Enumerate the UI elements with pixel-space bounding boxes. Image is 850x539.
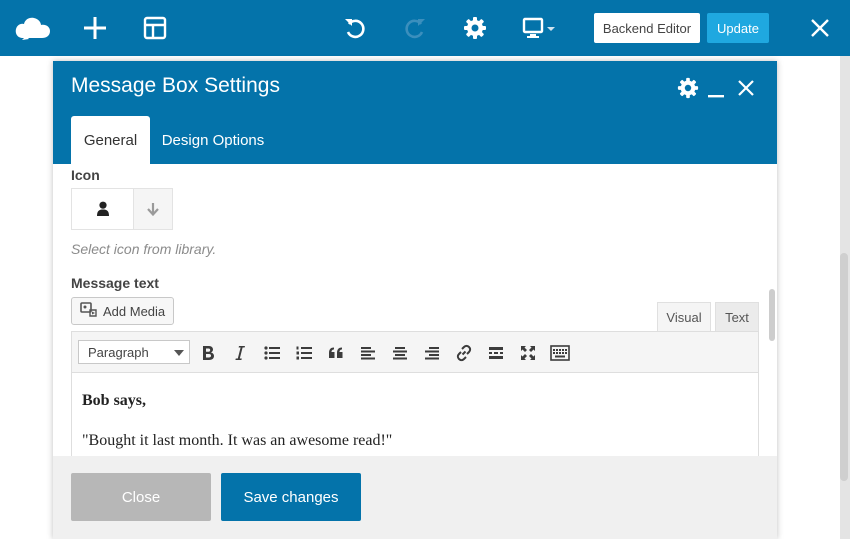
- format-select[interactable]: Paragraph: [78, 340, 190, 364]
- modal-body: Icon Select icon from library. Message t…: [53, 164, 777, 456]
- message-box-settings-modal: Message Box Settings General Design Opti…: [53, 61, 777, 539]
- editor-tab-text[interactable]: Text: [715, 302, 759, 332]
- page-scrollbar-thumb[interactable]: [840, 253, 848, 481]
- message-text-label: Message text: [71, 275, 159, 291]
- tab-general[interactable]: General: [71, 116, 150, 164]
- monitor-icon[interactable]: [520, 12, 560, 44]
- modal-title: Message Box Settings: [71, 74, 280, 97]
- update-button[interactable]: Update: [707, 13, 769, 43]
- editor-paragraph: "Bought it last month. It was an awesome…: [82, 432, 393, 449]
- link-icon[interactable]: [453, 342, 475, 364]
- arrow-down-icon[interactable]: [133, 189, 172, 229]
- bold-icon[interactable]: [197, 342, 219, 364]
- fullscreen-icon[interactable]: [517, 342, 539, 364]
- minimize-icon[interactable]: [705, 77, 727, 99]
- icon-hint: Select icon from library.: [71, 241, 217, 257]
- close-button[interactable]: Close: [71, 473, 211, 521]
- icon-picker[interactable]: [71, 188, 173, 230]
- top-toolbar: Backend Editor Update: [0, 0, 850, 56]
- numbered-list-icon[interactable]: [293, 342, 315, 364]
- editor-toolbar: Paragraph: [71, 331, 759, 373]
- chevron-down-icon: [174, 350, 184, 356]
- align-left-icon[interactable]: [357, 342, 379, 364]
- modal-scrollbar-thumb[interactable]: [769, 289, 775, 341]
- align-center-icon[interactable]: [389, 342, 411, 364]
- gear-icon[interactable]: [459, 12, 491, 44]
- tab-design-options[interactable]: Design Options: [157, 116, 269, 164]
- icon-field-label: Icon: [71, 167, 100, 183]
- format-select-value: Paragraph: [88, 344, 149, 360]
- close-icon[interactable]: [804, 12, 836, 44]
- add-media-button[interactable]: Add Media: [71, 297, 174, 325]
- modal-gear-icon[interactable]: [677, 77, 699, 99]
- plus-icon[interactable]: [79, 12, 111, 44]
- undo-icon[interactable]: [339, 12, 371, 44]
- align-right-icon[interactable]: [421, 342, 443, 364]
- bullet-list-icon[interactable]: [261, 342, 283, 364]
- modal-header: Message Box Settings General Design Opti…: [53, 61, 777, 164]
- cloud-logo-icon[interactable]: [14, 12, 52, 44]
- layout-icon[interactable]: [139, 12, 171, 44]
- save-changes-button[interactable]: Save changes: [221, 473, 361, 521]
- redo-icon[interactable]: [399, 12, 431, 44]
- user-icon: [72, 189, 133, 229]
- modal-close-icon[interactable]: [735, 77, 757, 99]
- read-more-icon[interactable]: [485, 342, 507, 364]
- media-icon: [80, 301, 98, 321]
- toolbar-toggle-icon[interactable]: [549, 342, 571, 364]
- add-media-label: Add Media: [103, 303, 166, 319]
- editor-paragraph: Bob says,: [82, 392, 147, 409]
- message-editor-content[interactable]: Bob says, "Bought it last month. It was …: [71, 373, 759, 456]
- modal-footer: Close Save changes: [53, 456, 777, 539]
- italic-icon[interactable]: [229, 342, 251, 364]
- blockquote-icon[interactable]: [325, 342, 347, 364]
- editor-tab-visual[interactable]: Visual: [657, 302, 711, 332]
- backend-editor-button[interactable]: Backend Editor: [594, 13, 700, 43]
